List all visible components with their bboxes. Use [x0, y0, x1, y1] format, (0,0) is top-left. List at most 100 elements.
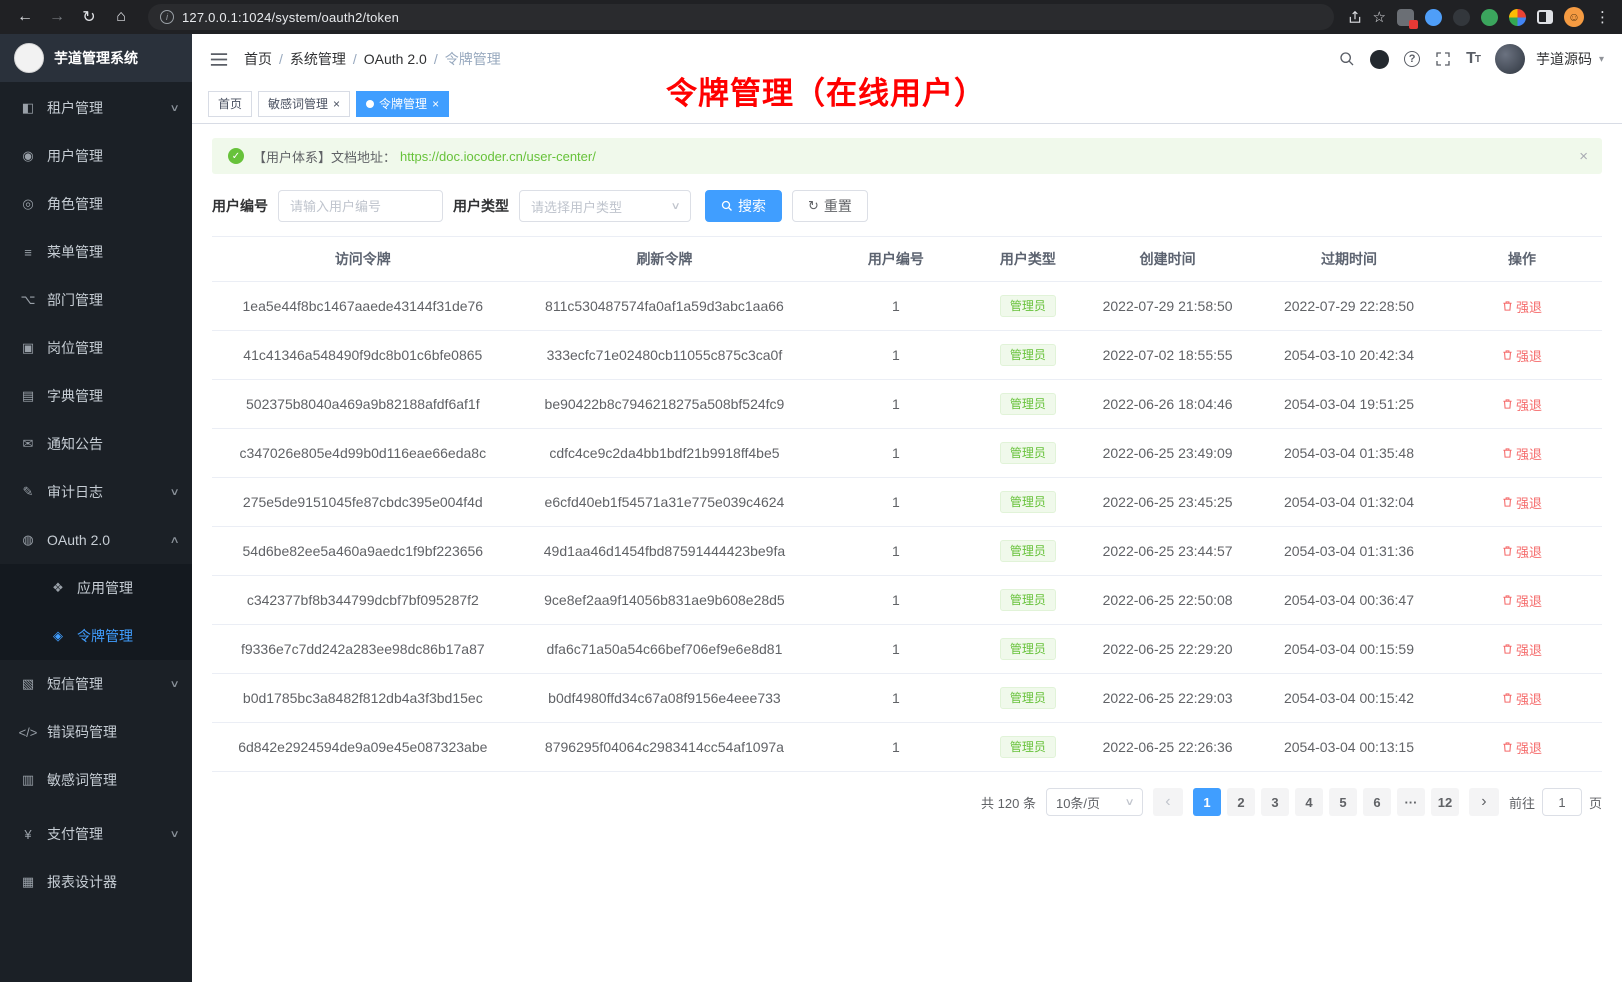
user-id-cell: 1: [815, 380, 976, 429]
collapse-sidebar-icon[interactable]: [210, 52, 228, 67]
page-number-button[interactable]: 12: [1431, 788, 1459, 816]
expire-time-cell: 2022-07-29 22:28:50: [1256, 282, 1442, 331]
access-token-cell: 54d6be82ee5a460a9aedc1f9bf223656: [212, 527, 514, 576]
browser-back-button[interactable]: ←: [12, 4, 38, 30]
sidebar-item-tenant[interactable]: ◧ 租户管理 ∨: [0, 84, 192, 132]
sidebar-item-payment[interactable]: ¥ 支付管理 ∨: [0, 810, 192, 858]
alert-close-icon[interactable]: ×: [1579, 148, 1588, 165]
force-logout-button[interactable]: 强退: [1502, 395, 1542, 414]
sidebar-item-oauth2-token[interactable]: ◈ 令牌管理: [0, 612, 192, 660]
tab-close-icon[interactable]: ×: [432, 98, 439, 110]
extension-dark-icon[interactable]: [1453, 9, 1470, 26]
sidebar-item-sensitive-word[interactable]: ▥ 敏感词管理: [0, 756, 192, 804]
page-number-button[interactable]: ···: [1397, 788, 1425, 816]
sidebar-item-error-code[interactable]: </> 错误码管理: [0, 708, 192, 756]
reset-button[interactable]: ↻ 重置: [792, 190, 868, 222]
sidebar-item-oauth2-app[interactable]: ❖ 应用管理: [0, 564, 192, 612]
force-logout-button[interactable]: 强退: [1502, 297, 1542, 316]
sidebar-item-post[interactable]: ▣ 岗位管理: [0, 324, 192, 372]
goto-page-input[interactable]: [1542, 788, 1582, 816]
user-id-input[interactable]: [278, 190, 443, 222]
extension-blue-icon[interactable]: [1425, 9, 1442, 26]
breadcrumb-item[interactable]: 首页 /: [244, 49, 290, 69]
breadcrumb-item[interactable]: 令牌管理: [445, 49, 515, 69]
created-time-cell: 2022-06-25 23:44:57: [1079, 527, 1256, 576]
page-number-button[interactable]: 3: [1261, 788, 1289, 816]
tab-home[interactable]: 首页 ×: [208, 91, 252, 117]
next-page-button[interactable]: ›: [1469, 788, 1499, 816]
access-token-cell: 1ea5e44f8bc1467aaede43144f31de76: [212, 282, 514, 331]
user-type-select[interactable]: 请选择用户类型 ∨: [519, 190, 691, 222]
extension-green-icon[interactable]: [1481, 9, 1498, 26]
browser-reload-button[interactable]: ↻: [76, 4, 102, 30]
breadcrumb-item[interactable]: 系统管理 /: [290, 49, 364, 69]
doc-link[interactable]: https://doc.iocoder.cn/user-center/: [400, 149, 596, 164]
side-panel-icon[interactable]: [1537, 10, 1553, 24]
help-icon[interactable]: ?: [1404, 51, 1420, 67]
share-icon[interactable]: [1348, 10, 1362, 25]
actions-cell: 强退: [1442, 429, 1602, 478]
user-id-cell: 1: [815, 331, 976, 380]
sidebar-item-dict[interactable]: ▤ 字典管理: [0, 372, 192, 420]
tab-close-icon[interactable]: ×: [333, 98, 340, 110]
sidebar-item-role[interactable]: ◎ 角色管理: [0, 180, 192, 228]
browser-forward-button[interactable]: →: [44, 4, 70, 30]
sidebar-item-dept[interactable]: ⌥ 部门管理: [0, 276, 192, 324]
bookmark-star-icon[interactable]: ☆: [1373, 8, 1386, 26]
user-id-cell: 1: [815, 527, 976, 576]
page-size-select[interactable]: 10条/页 ∨: [1046, 788, 1143, 816]
created-time-cell: 2022-06-26 18:04:46: [1079, 380, 1256, 429]
info-icon[interactable]: i: [160, 10, 174, 24]
sidebar-item-audit-log[interactable]: ✎ 审计日志 ∨: [0, 468, 192, 516]
tab-token[interactable]: 令牌管理 ×: [356, 91, 449, 117]
caret-down-icon[interactable]: ▾: [1599, 54, 1604, 65]
sidebar-item-sms[interactable]: ▧ 短信管理 ∨: [0, 660, 192, 708]
prev-page-button[interactable]: ‹: [1153, 788, 1183, 816]
extension-badged-icon[interactable]: [1397, 9, 1414, 26]
force-logout-button[interactable]: 强退: [1502, 640, 1542, 659]
expire-time-cell: 2054-03-04 01:32:04: [1256, 478, 1442, 527]
github-icon[interactable]: [1370, 50, 1389, 69]
page-number-button[interactable]: 2: [1227, 788, 1255, 816]
table-row: 54d6be82ee5a460a9aedc1f9bf223656 49d1aa4…: [212, 527, 1602, 576]
browser-address-bar[interactable]: i 127.0.0.1:1024/system/oauth2/token: [148, 4, 1334, 30]
chevron-icon: ∧: [169, 535, 179, 546]
username-label[interactable]: 芋道源码: [1536, 49, 1592, 69]
extensions-puzzle-icon[interactable]: [1509, 9, 1526, 26]
sidebar-item-menu[interactable]: ≡ 菜单管理: [0, 228, 192, 276]
force-logout-button[interactable]: 强退: [1502, 346, 1542, 365]
tab-sensitive-word[interactable]: 敏感词管理 ×: [258, 91, 350, 117]
sidebar-item-oauth2[interactable]: ◍ OAuth 2.0 ∧: [0, 516, 192, 564]
browser-menu-icon[interactable]: ⋮: [1595, 8, 1610, 26]
search-icon[interactable]: [1339, 51, 1355, 67]
column-header: 创建时间: [1079, 237, 1256, 282]
sidebar-item-report-designer[interactable]: ▦ 报表设计器: [0, 858, 192, 906]
force-logout-button[interactable]: 强退: [1502, 689, 1542, 708]
force-logout-button[interactable]: 强退: [1502, 542, 1542, 561]
force-logout-button[interactable]: 强退: [1502, 493, 1542, 512]
refresh-token-cell: 8796295f04064c2983414cc54af1097a: [514, 723, 816, 772]
sidebar-item-notice[interactable]: ✉ 通知公告: [0, 420, 192, 468]
column-header: 用户类型: [976, 237, 1079, 282]
page-number-button[interactable]: 4: [1295, 788, 1323, 816]
force-logout-button[interactable]: 强退: [1502, 738, 1542, 757]
app-logo[interactable]: 芋道管理系统: [0, 34, 192, 82]
breadcrumb-label: 首页: [244, 49, 272, 69]
browser-profile-avatar[interactable]: ☺: [1564, 7, 1584, 27]
user-avatar[interactable]: [1495, 44, 1525, 74]
created-time-cell: 2022-06-25 22:29:20: [1079, 625, 1256, 674]
sidebar-item-user[interactable]: ◉ 用户管理: [0, 132, 192, 180]
search-button[interactable]: 搜索: [705, 190, 782, 222]
page-number-button[interactable]: 1: [1193, 788, 1221, 816]
user-type-cell: 管理员: [976, 625, 1079, 674]
user-type-badge: 管理员: [1000, 491, 1056, 513]
force-logout-button[interactable]: 强退: [1502, 591, 1542, 610]
breadcrumb-item[interactable]: OAuth 2.0 /: [364, 51, 445, 67]
fullscreen-icon[interactable]: [1435, 51, 1451, 67]
force-logout-button[interactable]: 强退: [1502, 444, 1542, 463]
browser-home-button[interactable]: ⌂: [108, 4, 134, 30]
page-number-button[interactable]: 6: [1363, 788, 1391, 816]
created-time-cell: 2022-06-25 22:26:36: [1079, 723, 1256, 772]
page-number-button[interactable]: 5: [1329, 788, 1357, 816]
font-size-icon[interactable]: TT: [1466, 50, 1480, 68]
